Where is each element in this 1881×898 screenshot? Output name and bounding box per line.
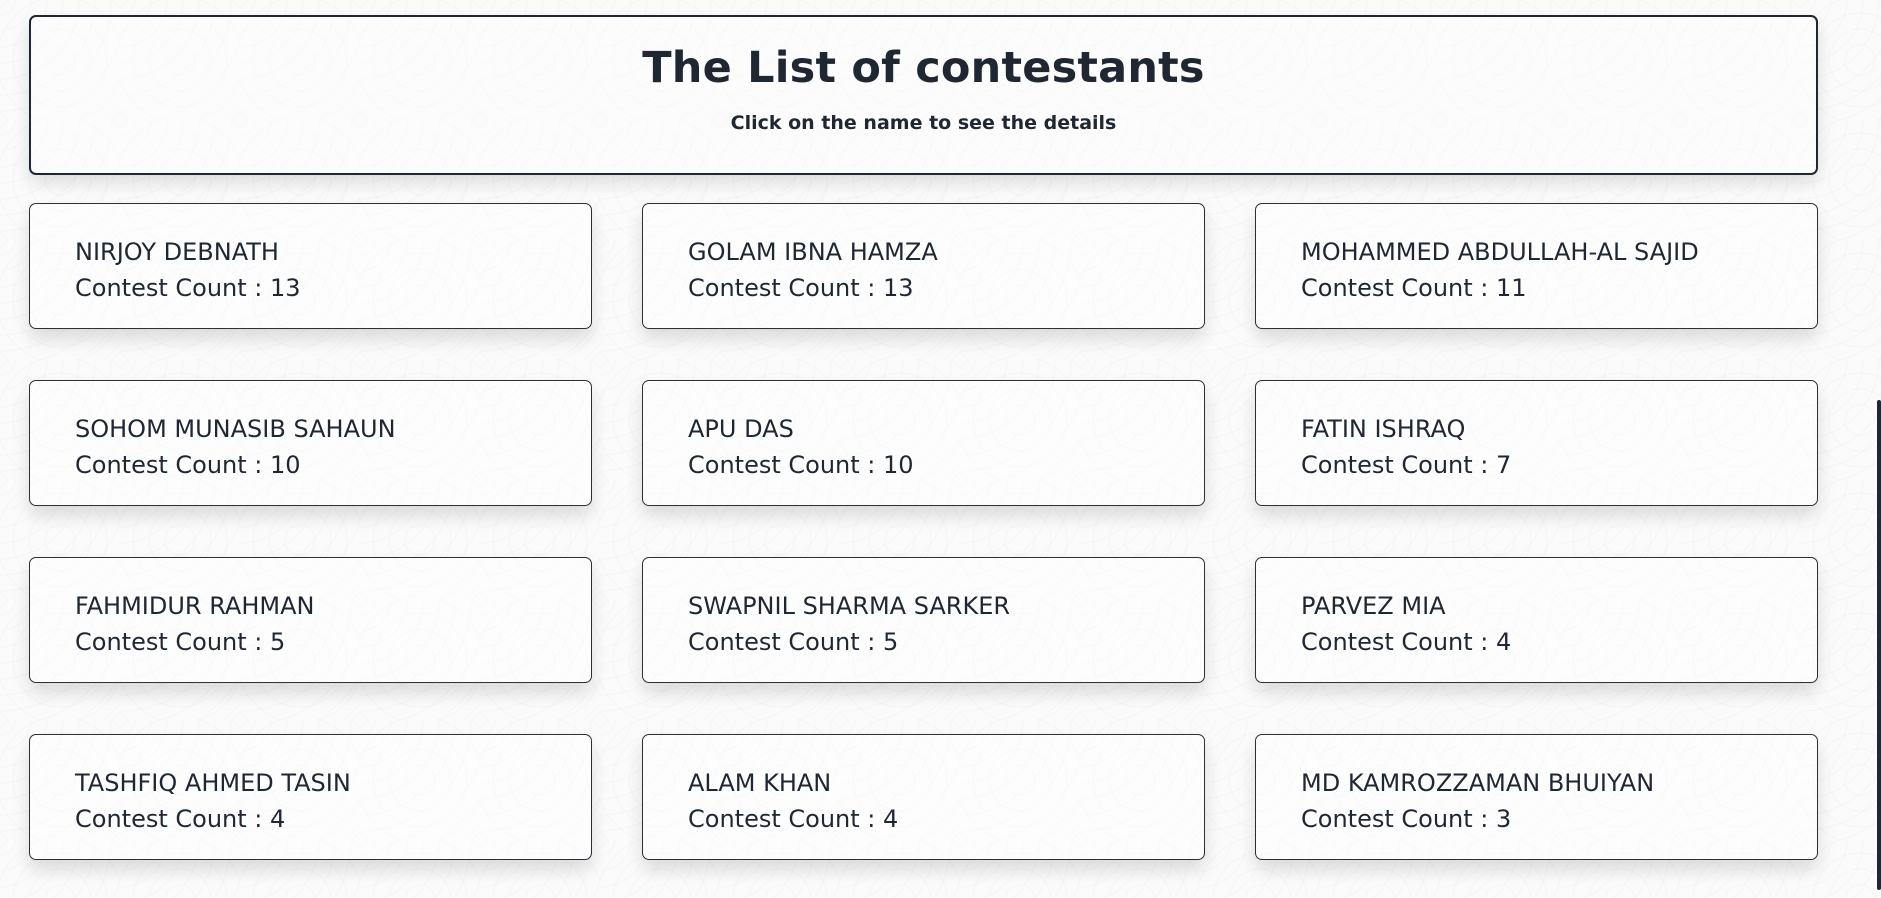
contestant-name: FATIN ISHRAQ [1301, 415, 1466, 443]
contest-count-label: Contest Count : [75, 805, 270, 833]
contestant-card[interactable]: SWAPNIL SHARMA SARKER Contest Count : 5 [642, 557, 1205, 683]
contest-count-label: Contest Count : [75, 451, 270, 479]
contest-count: Contest Count : 7 [1301, 447, 1797, 483]
contestant-name: GOLAM IBNA HAMZA [688, 238, 938, 266]
contestant-card[interactable]: MOHAMMED ABDULLAH-AL SAJID Contest Count… [1255, 203, 1818, 329]
contest-count-value: 4 [1496, 628, 1512, 656]
contest-count-value: 13 [270, 274, 301, 302]
contest-count-value: 5 [883, 628, 899, 656]
contest-count-label: Contest Count : [688, 805, 883, 833]
contest-count: Contest Count : 11 [1301, 270, 1797, 306]
page-subtitle: Click on the name to see the details [730, 112, 1117, 135]
contest-count: Contest Count : 3 [1301, 801, 1797, 837]
contest-count-label: Contest Count : [1301, 274, 1496, 302]
contest-count-value: 10 [270, 451, 301, 479]
contestant-name: SOHOM MUNASIB SAHAUN [75, 415, 396, 443]
contestant-card[interactable]: PARVEZ MIA Contest Count : 4 [1255, 557, 1818, 683]
contest-count: Contest Count : 10 [75, 447, 571, 483]
contestant-name: ALAM KHAN [688, 769, 832, 797]
contestant-name: APU DAS [688, 415, 794, 443]
contestant-card[interactable]: ALAM KHAN Contest Count : 4 [642, 734, 1205, 860]
header-card: The List of contestants Click on the nam… [29, 15, 1818, 175]
contest-count: Contest Count : 13 [75, 270, 571, 306]
contest-count: Contest Count : 5 [75, 624, 571, 660]
contest-count-label: Contest Count : [688, 451, 883, 479]
contestant-card[interactable]: TASHFIQ AHMED TASIN Contest Count : 4 [29, 734, 592, 860]
contest-count-label: Contest Count : [688, 274, 883, 302]
contest-count-label: Contest Count : [1301, 628, 1496, 656]
contestant-card[interactable]: APU DAS Contest Count : 10 [642, 380, 1205, 506]
contest-count-label: Contest Count : [1301, 805, 1496, 833]
contestant-card[interactable]: MD KAMROZZAMAN BHUIYAN Contest Count : 3 [1255, 734, 1818, 860]
contestant-card[interactable]: SOHOM MUNASIB SAHAUN Contest Count : 10 [29, 380, 592, 506]
contest-count: Contest Count : 4 [75, 801, 571, 837]
scrollbar[interactable] [1877, 400, 1881, 890]
contestant-card[interactable]: FAHMIDUR RAHMAN Contest Count : 5 [29, 557, 592, 683]
contest-count-value: 4 [270, 805, 286, 833]
contestant-name: FAHMIDUR RAHMAN [75, 592, 315, 620]
contest-count-label: Contest Count : [1301, 451, 1496, 479]
contest-count-value: 5 [270, 628, 286, 656]
contestant-card[interactable]: FATIN ISHRAQ Contest Count : 7 [1255, 380, 1818, 506]
contest-count: Contest Count : 4 [688, 801, 1184, 837]
contest-count-value: 13 [883, 274, 914, 302]
contestant-grid: NIRJOY DEBNATH Contest Count : 13 GOLAM … [29, 203, 1818, 860]
contest-count-value: 10 [883, 451, 914, 479]
contestant-card[interactable]: NIRJOY DEBNATH Contest Count : 13 [29, 203, 592, 329]
contest-count-label: Contest Count : [688, 628, 883, 656]
contest-count-value: 3 [1496, 805, 1512, 833]
page-title: The List of contestants [642, 43, 1205, 93]
contest-count-value: 11 [1496, 274, 1527, 302]
contestant-name: PARVEZ MIA [1301, 592, 1446, 620]
contestant-name: SWAPNIL SHARMA SARKER [688, 592, 1011, 620]
contest-count: Contest Count : 5 [688, 624, 1184, 660]
contestant-name: NIRJOY DEBNATH [75, 238, 279, 266]
contest-count: Contest Count : 13 [688, 270, 1184, 306]
contestant-name: TASHFIQ AHMED TASIN [75, 769, 351, 797]
contest-count: Contest Count : 10 [688, 447, 1184, 483]
contest-count-value: 7 [1496, 451, 1512, 479]
contest-count-value: 4 [883, 805, 899, 833]
contestant-name: MOHAMMED ABDULLAH-AL SAJID [1301, 238, 1699, 266]
contestant-card[interactable]: GOLAM IBNA HAMZA Contest Count : 13 [642, 203, 1205, 329]
contest-count-label: Contest Count : [75, 628, 270, 656]
contest-count: Contest Count : 4 [1301, 624, 1797, 660]
contestant-name: MD KAMROZZAMAN BHUIYAN [1301, 769, 1655, 797]
contest-count-label: Contest Count : [75, 274, 270, 302]
